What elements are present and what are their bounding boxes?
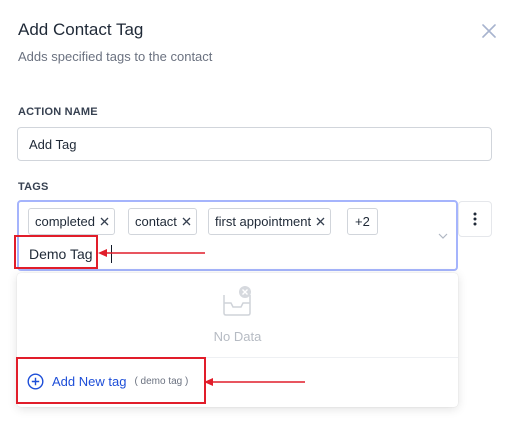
tag-chip: completed xyxy=(28,208,115,235)
add-contact-tag-dialog: Add Contact Tag Adds specified tags to t… xyxy=(0,0,514,434)
remove-tag-icon[interactable] xyxy=(316,217,325,226)
dialog-subtitle: Adds specified tags to the contact xyxy=(18,49,213,64)
tags-dropdown: No Data Add New tag ( demo tag ) xyxy=(17,273,458,407)
action-name-label: ACTION NAME xyxy=(18,106,98,118)
tags-select[interactable]: completed contact first appointment +2 xyxy=(17,200,458,271)
tag-chip: first appointment xyxy=(208,208,332,235)
tags-label: TAGS xyxy=(18,181,49,193)
action-name-input[interactable] xyxy=(17,127,492,161)
remove-tag-icon[interactable] xyxy=(182,217,191,226)
plus-circle-icon xyxy=(27,372,44,390)
empty-state-text: No Data xyxy=(213,329,262,344)
remove-tag-icon[interactable] xyxy=(100,217,109,226)
tag-chip-label: contact xyxy=(135,214,177,229)
tag-search-input[interactable] xyxy=(29,243,179,265)
divider xyxy=(17,357,458,358)
tag-chip: contact xyxy=(128,208,197,235)
add-new-tag-option[interactable]: Add New tag ( demo tag ) xyxy=(27,370,188,392)
more-options-button[interactable] xyxy=(458,201,492,237)
chevron-down-icon[interactable] xyxy=(437,230,449,242)
dialog-title: Add Contact Tag xyxy=(18,20,144,39)
empty-inbox-icon xyxy=(223,286,251,316)
text-cursor xyxy=(111,245,112,263)
tag-chip-label: first appointment xyxy=(215,214,312,229)
tag-chip-label: completed xyxy=(35,214,95,229)
vertical-ellipsis-icon xyxy=(473,212,477,226)
add-new-tag-hint: ( demo tag ) xyxy=(134,375,189,387)
close-icon[interactable] xyxy=(479,21,499,41)
add-new-tag-label: Add New tag xyxy=(52,373,127,389)
more-tags-count[interactable]: +2 xyxy=(347,208,378,235)
